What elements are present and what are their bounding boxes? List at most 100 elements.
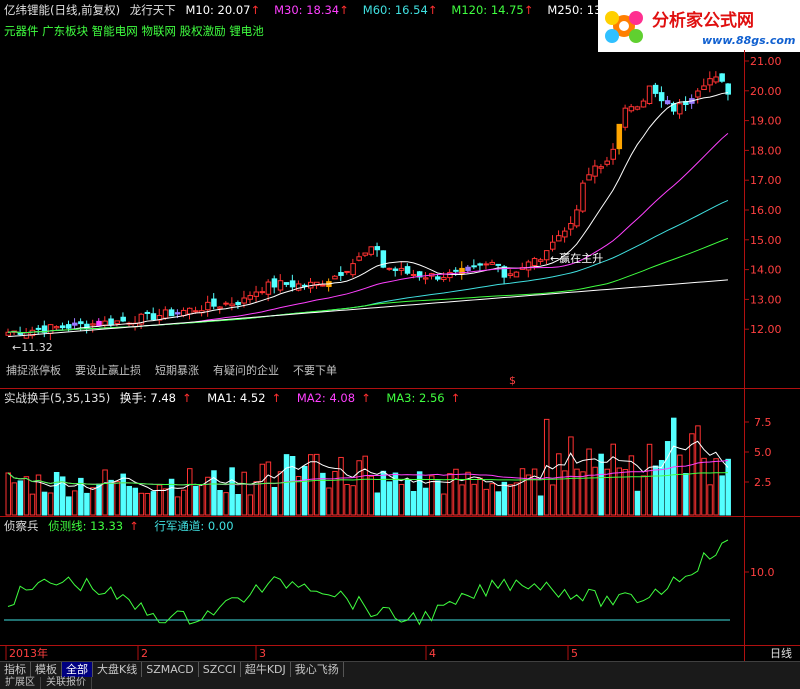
ma3-label: MA3: 2.56 ↑ [386, 391, 461, 405]
volume-bar [102, 469, 108, 516]
volume-bar [84, 492, 90, 516]
candle-body [422, 277, 429, 280]
chart-canvas[interactable]: 21.00 20.00 19.00 18.00 17.00 16.00 15.00 14.00… [0, 0, 800, 661]
indicator-tab[interactable]: 我心飞扬 [291, 662, 344, 678]
volume-bar [96, 483, 102, 516]
volume-bar [320, 472, 326, 516]
volume-bars [5, 417, 731, 516]
volume-bar [477, 477, 483, 516]
volume-bar [513, 482, 520, 516]
volume-bar [108, 479, 114, 516]
price-tick-label: 20.00 [750, 85, 782, 98]
indicator-tab[interactable]: SZMACD [142, 662, 199, 678]
indicator-tab[interactable]: 大盘K线 [93, 662, 143, 678]
candle-body [35, 327, 42, 330]
ma-line [7, 199, 729, 334]
volume-bar [235, 494, 241, 516]
volume-bar [543, 418, 550, 516]
candle-body [707, 78, 713, 86]
volume-bar [350, 485, 356, 516]
candle-body [531, 258, 538, 267]
volume-bar [283, 454, 290, 516]
notes-row: 捕捉涨停板 要设止赢止损 短期暴涨 有疑问的企业 不要下单 [6, 362, 351, 378]
candle-body [108, 318, 114, 326]
stock-chart-window: 亿纬锂能(日线,前复权) 龙行天下 M10: 20.07↑ M30: 18.34↑… [0, 0, 800, 689]
candle-body [289, 280, 296, 288]
candle-body [47, 324, 54, 334]
candle-body [96, 320, 102, 327]
volume-panel-header: 实战换手(5,35,135) 换手: 7.48 ↑ MA1: 4.52 ↑ MA2:… [4, 391, 472, 405]
candle-body [114, 320, 120, 324]
volume-bar [241, 471, 247, 516]
candle-body [634, 106, 641, 110]
ma1-label: MA1: 4.52 ↑ [207, 391, 282, 405]
ma2-label: MA2: 4.08 ↑ [296, 391, 371, 405]
candle-body [144, 311, 151, 314]
volume-bar [386, 481, 393, 516]
volume-bar [277, 471, 284, 516]
note-text: 捕捉涨停板 [6, 364, 61, 377]
candle-body [677, 103, 683, 115]
volume-bar [435, 480, 441, 516]
volume-bar [550, 484, 556, 516]
candle-body [652, 84, 659, 94]
candle-body [162, 309, 169, 319]
volume-bar [126, 485, 132, 516]
bottom-tab[interactable]: 关联报价 [41, 677, 92, 689]
volume-bar [592, 466, 598, 516]
volume-bar [398, 483, 405, 516]
volume-bar [725, 458, 731, 516]
candle-body [368, 246, 374, 255]
candle-body [271, 278, 278, 288]
note-text: 要设止赢止损 [75, 364, 141, 377]
price-tick-label: 13.00 [750, 293, 782, 306]
volume-bar [616, 467, 623, 516]
indicator-tab[interactable]: 全部 [62, 662, 93, 678]
candle-body [719, 73, 725, 82]
indicator-tab[interactable]: 模板 [31, 662, 62, 678]
indicator-tabs: 指标 模板 全部 大盘K线 SZMACD SZCCI 超牛KDJ 我心飞扬 [0, 661, 800, 678]
candle-body [556, 235, 562, 242]
candle-body [72, 322, 78, 326]
volume-bar [289, 456, 296, 516]
date-label: 2013年 [9, 646, 48, 660]
panel-frames [0, 50, 800, 661]
volume-bar [253, 481, 260, 516]
candle-body [507, 273, 514, 276]
candle-body [211, 298, 217, 307]
dollar-marker: $ [509, 374, 516, 387]
indicator-tab[interactable]: SZCCI [199, 662, 241, 678]
indicator-tab[interactable]: 超牛KDJ [241, 662, 291, 678]
candle-body [640, 100, 647, 108]
indicator-tab[interactable]: 指标 [0, 662, 31, 678]
candle-body [598, 166, 604, 169]
volume-bar [144, 492, 151, 516]
price-tick-label: 18.00 [750, 144, 782, 157]
volume-bar [422, 487, 429, 516]
candle-body [187, 307, 193, 315]
volume-bar [308, 454, 314, 516]
candle-body [229, 303, 235, 307]
volume-bar [47, 492, 54, 516]
bottom-tab[interactable]: 扩展区 [0, 677, 41, 689]
volume-bar [301, 465, 308, 516]
volume-bar [326, 487, 332, 516]
candle-body [247, 295, 253, 300]
volume-bar [295, 476, 302, 516]
candle-body [713, 76, 719, 83]
volume-tick-label: 5.0 [754, 446, 772, 459]
volume-bar [29, 493, 36, 516]
volume-bar [217, 489, 223, 516]
price-tick-label: 16.00 [750, 204, 782, 217]
candle-body [259, 291, 266, 294]
volume-bar [338, 456, 344, 516]
date-label: 5 [571, 647, 578, 660]
volume-bar [5, 472, 11, 516]
volume-bar [658, 459, 665, 516]
volume-bar [471, 483, 477, 516]
candle-body [295, 283, 302, 291]
volume-bar [66, 496, 72, 516]
candle-body [217, 306, 223, 309]
candle-body [471, 265, 477, 268]
candle-body [622, 107, 629, 128]
